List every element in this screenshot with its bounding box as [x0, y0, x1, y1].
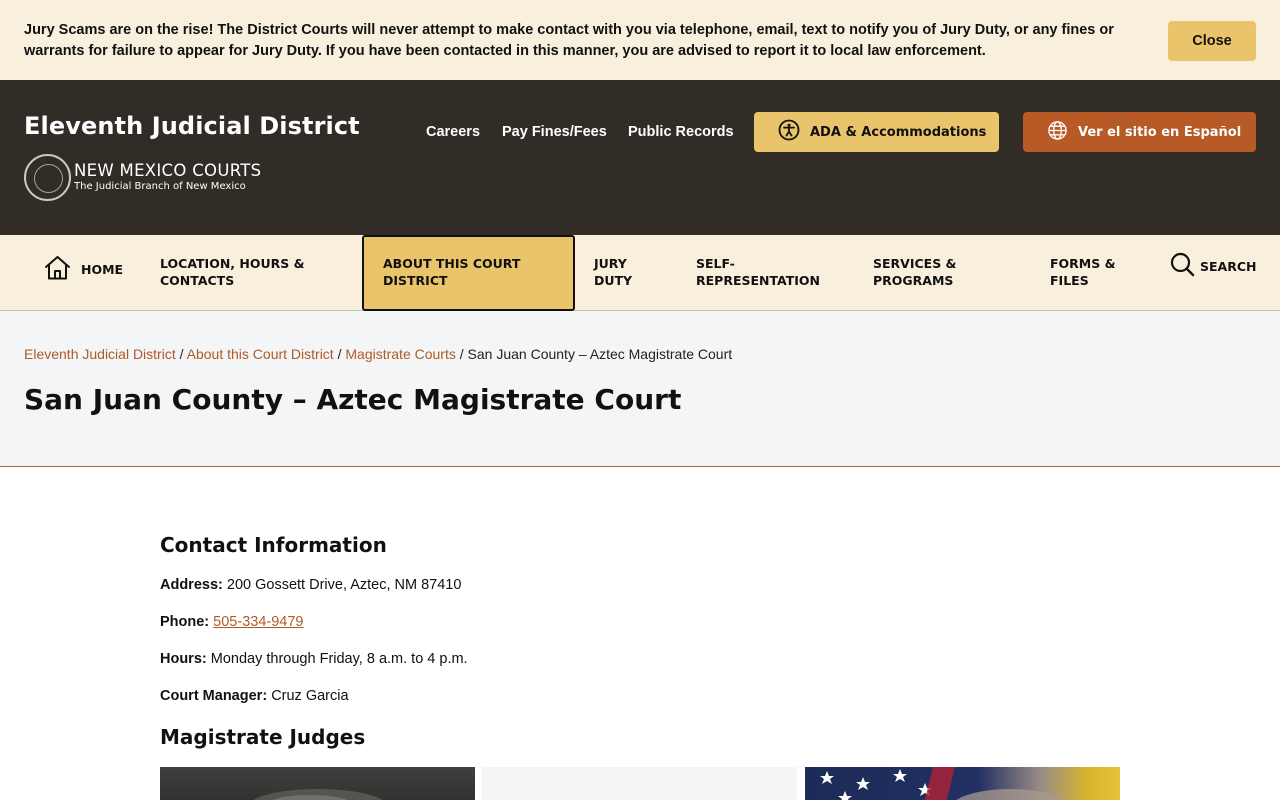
breadcrumb-link-magistrate-courts[interactable]: Magistrate Courts — [345, 346, 455, 362]
ada-accommodations-button[interactable]: ADA & Accommodations — [754, 112, 999, 152]
breadcrumb-link-about-district[interactable]: About this Court District — [187, 346, 334, 362]
scam-alert-message: Jury Scams are on the rise! The District… — [24, 22, 1114, 59]
hours-label: Hours: — [160, 651, 207, 667]
phone-label: Phone: — [160, 614, 210, 630]
court-manager-value: Cruz Garcia — [271, 688, 349, 704]
judge-photo-1[interactable] — [160, 767, 475, 800]
breadcrumb-link-eleventh-district[interactable]: Eleventh Judicial District — [24, 346, 176, 362]
alert-close-button[interactable]: Close — [1168, 21, 1256, 61]
breadcrumb-separator: / — [459, 346, 464, 362]
nav-home[interactable]: HOME — [44, 255, 123, 284]
nav-about-court-district[interactable]: ABOUT THIS COURT DISTRICT — [383, 255, 563, 289]
page-title-band: Eleventh Judicial District / About this … — [0, 311, 1280, 467]
main-navigation: HOME LOCATION, HOURS & CONTACTS ABOUT TH… — [0, 235, 1280, 311]
ada-label: ADA & Accommodations — [810, 124, 987, 140]
scam-alert-banner: Jury Scams are on the rise! The District… — [0, 0, 1280, 80]
magistrate-judges-heading: Magistrate Judges — [160, 725, 366, 749]
search-button[interactable]: SEARCH — [1170, 252, 1256, 281]
judge-photo-3[interactable] — [805, 767, 1120, 800]
court-manager-line: Court Manager: Cruz Garcia — [160, 688, 349, 704]
court-manager-label: Court Manager: — [160, 688, 268, 704]
address-value: 200 Gossett Drive, Aztec, NM 87410 — [226, 577, 462, 593]
search-icon — [1170, 252, 1195, 281]
public-records-link[interactable]: Public Records — [628, 124, 734, 140]
pay-fines-link[interactable]: Pay Fines/Fees — [502, 124, 607, 140]
spanish-label: Ver el sitio en Español — [1078, 124, 1242, 140]
phone-line: Phone: 505-334-9479 — [160, 614, 303, 630]
nav-home-label: HOME — [81, 262, 124, 277]
search-label: SEARCH — [1200, 259, 1257, 274]
address-label: Address: — [160, 577, 223, 593]
home-icon — [44, 255, 71, 284]
spanish-site-button[interactable]: Ver el sitio en Español — [1023, 112, 1256, 152]
nav-location-hours-contacts[interactable]: LOCATION, HOURS & CONTACTS — [160, 255, 340, 289]
hours-line: Hours: Monday through Friday, 8 a.m. to … — [160, 651, 468, 667]
nav-jury-duty[interactable]: JURY DUTY — [594, 255, 664, 289]
nav-forms-files[interactable]: FORMS & FILES — [1050, 255, 1140, 289]
site-header: Eleventh Judicial District NEW MEXICO CO… — [0, 80, 1280, 235]
breadcrumb: Eleventh Judicial District / About this … — [24, 346, 732, 362]
site-title[interactable]: Eleventh Judicial District — [24, 112, 360, 140]
nav-self-representation[interactable]: SELF-REPRESENTATION — [696, 255, 846, 289]
judge-photo-placeholder[interactable] — [482, 767, 797, 800]
accessibility-icon — [778, 119, 800, 145]
hours-value: Monday through Friday, 8 a.m. to 4 p.m. — [210, 651, 468, 667]
phone-link[interactable]: 505-334-9479 — [213, 614, 303, 630]
new-mexico-courts-logo[interactable]: NEW MEXICO COURTS The Judicial Branch of… — [24, 154, 284, 202]
breadcrumb-separator: / — [337, 346, 342, 362]
contact-information-heading: Contact Information — [160, 533, 387, 557]
logo-name: NEW MEXICO COURTS — [74, 161, 262, 180]
breadcrumb-separator: / — [179, 346, 184, 362]
page-title: San Juan County – Aztec Magistrate Court — [24, 383, 682, 416]
address-line: Address: 200 Gossett Drive, Aztec, NM 87… — [160, 577, 461, 593]
globe-icon — [1047, 120, 1068, 145]
nav-services-programs[interactable]: SERVICES & PROGRAMS — [873, 255, 1003, 289]
logo-tagline: The Judicial Branch of New Mexico — [74, 181, 246, 192]
court-seal-icon — [24, 154, 71, 201]
careers-link[interactable]: Careers — [426, 124, 480, 140]
breadcrumb-current: San Juan County – Aztec Magistrate Court — [467, 346, 733, 362]
